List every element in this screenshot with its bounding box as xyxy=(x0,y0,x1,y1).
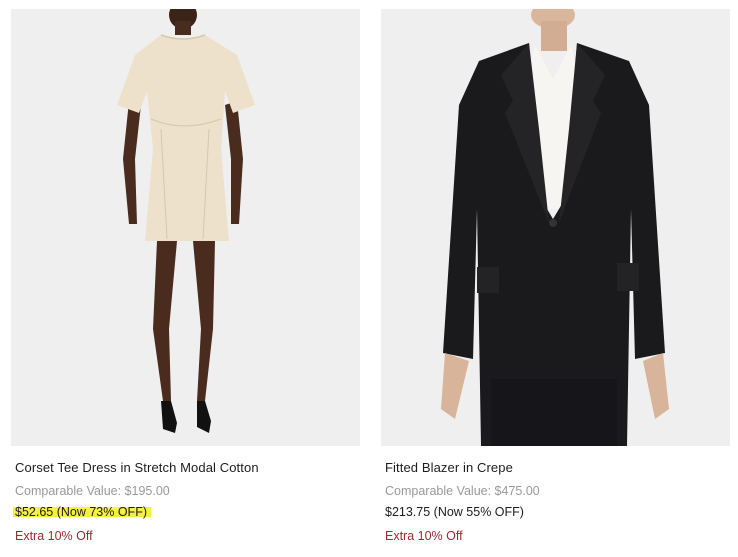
promo-badge: Extra 10% Off xyxy=(15,529,93,543)
product-card-dress[interactable]: Corset Tee Dress in Stretch Modal Cotton… xyxy=(11,9,360,543)
sale-price: $213.75 (Now 55% OFF) xyxy=(385,505,524,519)
product-grid: Corset Tee Dress in Stretch Modal Cotton… xyxy=(0,0,738,557)
product-image-blazer[interactable] xyxy=(381,9,730,446)
sale-price: $52.65 (Now 73% OFF) xyxy=(13,505,151,519)
comparable-value: Comparable Value: $475.00 xyxy=(385,484,540,498)
product-card-blazer[interactable]: Fitted Blazer in Crepe Comparable Value:… xyxy=(381,9,730,543)
product-title[interactable]: Corset Tee Dress in Stretch Modal Cotton xyxy=(15,460,360,475)
product-title[interactable]: Fitted Blazer in Crepe xyxy=(385,460,730,475)
promo-badge: Extra 10% Off xyxy=(385,529,463,543)
comparable-value: Comparable Value: $195.00 xyxy=(15,484,170,498)
product-image-dress[interactable] xyxy=(11,9,360,446)
